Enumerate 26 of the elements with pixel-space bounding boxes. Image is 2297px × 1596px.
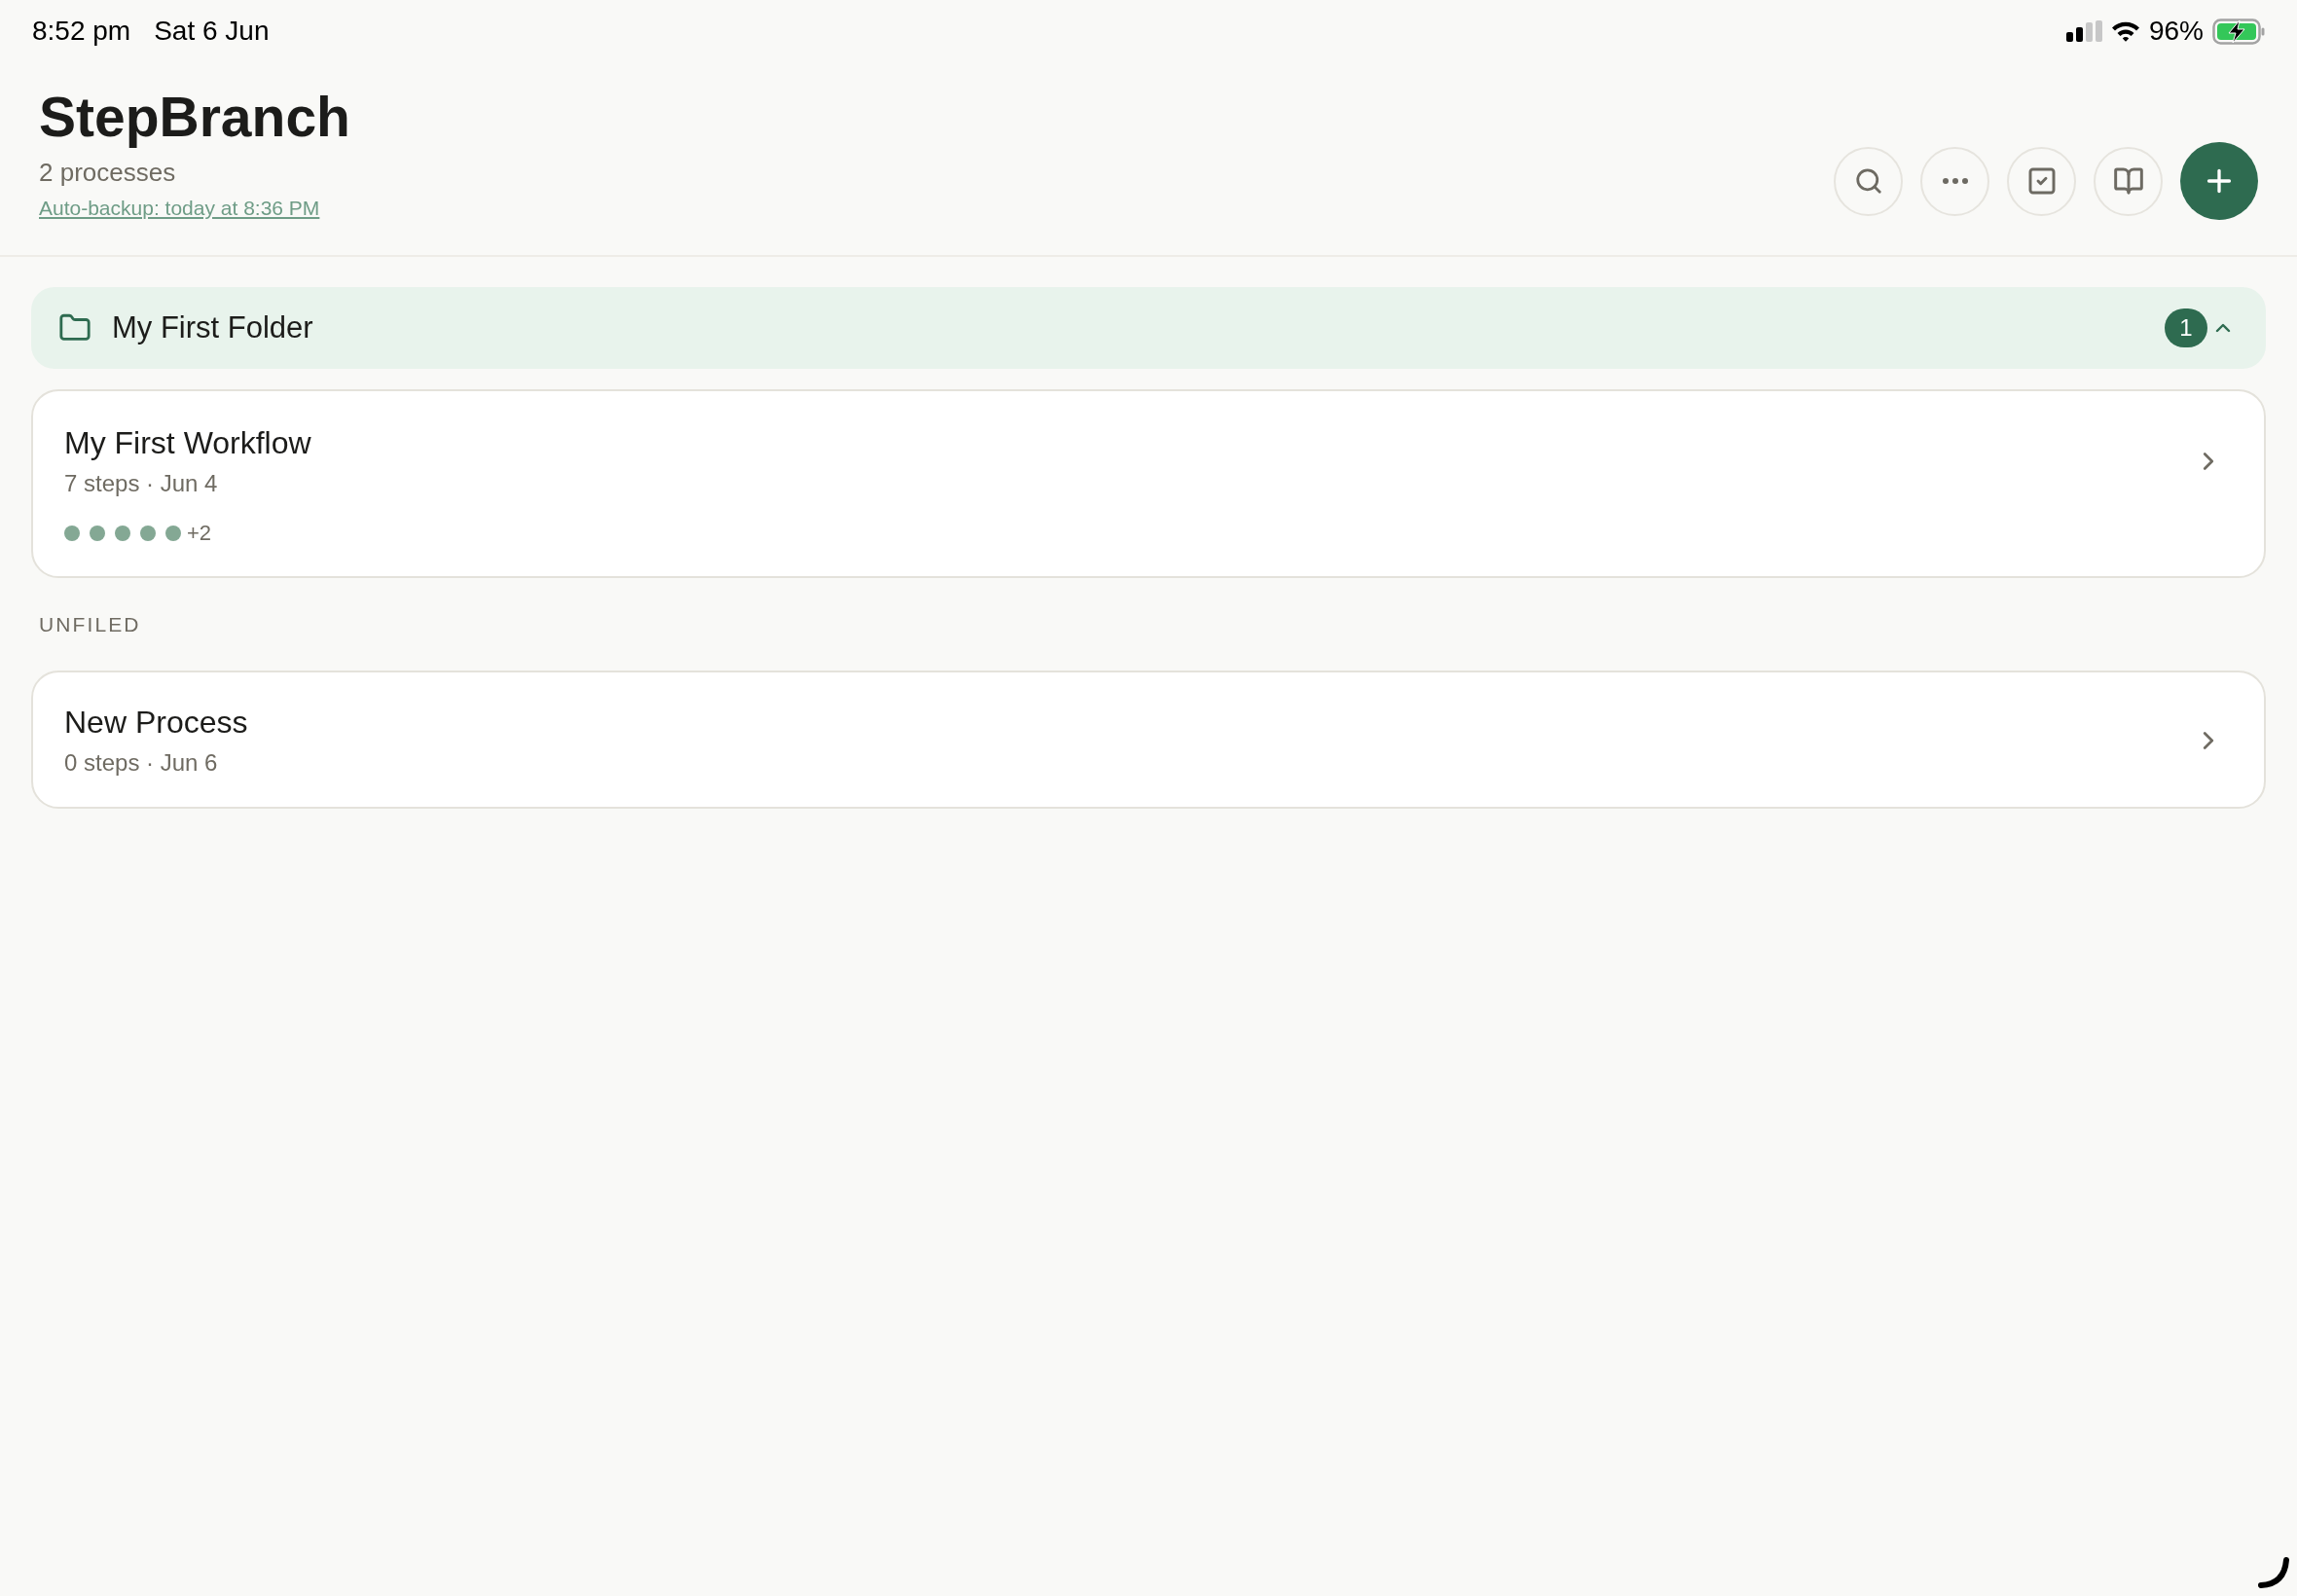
process-count: 2 processes xyxy=(39,157,176,189)
app-title: StepBranch xyxy=(39,87,350,147)
process-title: My First Workflow xyxy=(64,424,311,462)
book-icon xyxy=(2112,165,2144,197)
process-meta: 0 steps · Jun 6 xyxy=(64,748,218,778)
more-icon xyxy=(1942,178,1968,184)
folder-count-badge: 1 xyxy=(2165,308,2207,347)
signal-icon xyxy=(2065,20,2102,42)
checklist-button[interactable] xyxy=(2007,146,2076,216)
search-icon xyxy=(1853,166,1883,196)
process-card[interactable]: New Process 0 steps · Jun 6 xyxy=(31,671,2266,809)
process-meta: 7 steps · Jun 4 xyxy=(64,469,218,498)
battery-charging-icon xyxy=(2212,18,2265,45)
status-date: Sat 6 Jun xyxy=(154,15,270,48)
search-button[interactable] xyxy=(1834,146,1903,216)
status-time: 8:52 pm xyxy=(32,15,131,48)
folder-row[interactable]: My First Folder 1 xyxy=(31,287,2266,369)
process-card[interactable]: My First Workflow 7 steps · Jun 4 +2 xyxy=(31,389,2266,578)
battery-percent: 96% xyxy=(2148,15,2204,48)
resize-handle-icon[interactable] xyxy=(2258,1557,2289,1588)
folder-name: My First Folder xyxy=(112,309,313,346)
section-heading: UNFILED xyxy=(39,612,141,637)
wifi-icon xyxy=(2110,20,2140,42)
more-steps-count: +2 xyxy=(187,521,212,546)
book-button[interactable] xyxy=(2094,146,2163,216)
process-title: New Process xyxy=(64,704,248,742)
